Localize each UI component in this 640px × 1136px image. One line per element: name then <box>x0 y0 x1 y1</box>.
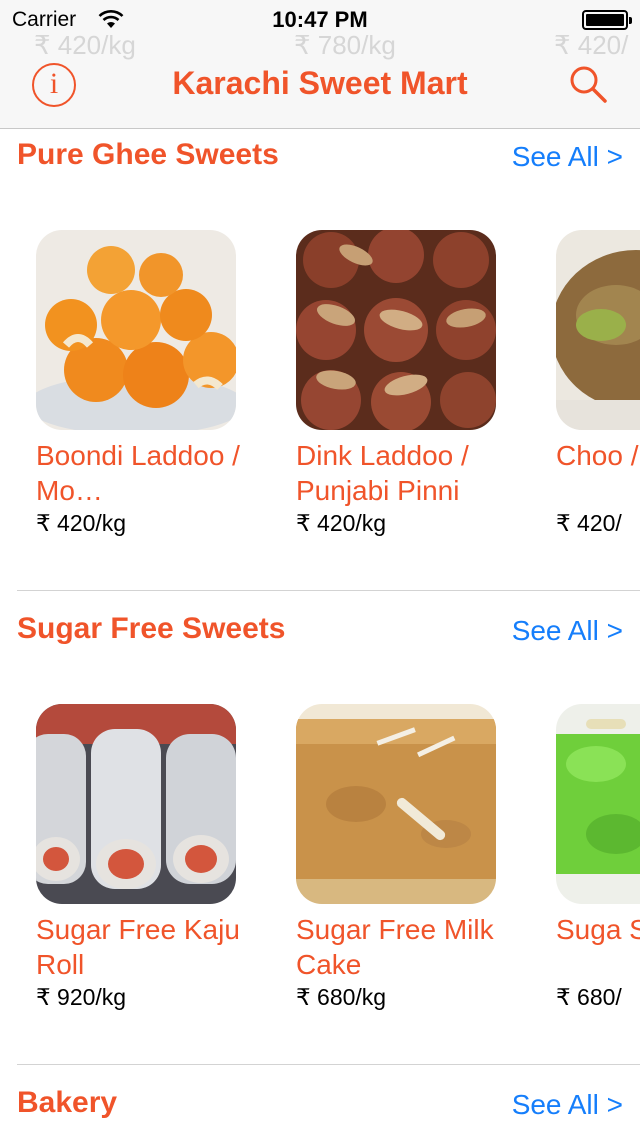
section-divider <box>17 1064 640 1065</box>
product-card[interactable]: Choo / Atta ₹ 420/ <box>556 230 640 537</box>
battery-icon <box>582 10 632 30</box>
kaju-roll-image <box>36 704 236 904</box>
product-card[interactable]: Dink Laddoo / Punjabi Pinni ₹ 420/kg <box>296 230 496 537</box>
product-price: ₹ 920/kg <box>36 984 127 1010</box>
see-all-link[interactable]: See All > <box>512 141 623 173</box>
product-card[interactable]: Boondi Laddoo / Mo… ₹ 420/kg <box>36 230 240 537</box>
product-price: ₹ 420/ <box>556 510 622 536</box>
status-bar: Carrier 10:47 PM <box>0 0 640 40</box>
nav-bar: i Karachi Sweet Mart <box>0 40 640 128</box>
dink-laddoo-image <box>296 230 496 430</box>
product-name: Sugar Free Milk Cake <box>296 914 494 980</box>
search-icon[interactable] <box>566 62 612 108</box>
green-barfi-image <box>556 704 640 904</box>
product-price: ₹ 680/ <box>556 984 622 1010</box>
product-card[interactable]: Sugar Free Kaju Roll ₹ 920/kg <box>36 704 240 1011</box>
product-card[interactable]: Suga Spec ₹ 680/ <box>556 704 640 1011</box>
product-name: Boondi Laddoo / Mo… <box>36 440 240 506</box>
section-divider <box>17 590 640 591</box>
section-bakery: Bakery See All > <box>0 1077 640 1136</box>
product-card[interactable]: Sugar Free Milk Cake ₹ 680/kg <box>296 704 496 1011</box>
see-all-link[interactable]: See All > <box>512 615 623 647</box>
product-name: Sugar Free Kaju Roll <box>36 914 240 980</box>
milk-cake-image <box>296 704 496 904</box>
section-pure-ghee-sweets: Pure Ghee Sweets See All > Boondi Laddoo… <box>0 129 640 591</box>
see-all-link[interactable]: See All > <box>512 1089 623 1121</box>
choorma-laddoo-image <box>556 230 640 430</box>
product-name: Choo / Atta <box>556 440 640 471</box>
boondi-laddoo-image <box>36 230 236 430</box>
section-sugar-free-sweets: Sugar Free Sweets See All > Sugar Free K… <box>0 603 640 1065</box>
product-price: ₹ 420/kg <box>36 510 127 536</box>
product-price: ₹ 680/kg <box>296 984 387 1010</box>
product-price: ₹ 420/kg <box>296 510 387 536</box>
section-title: Sugar Free Sweets <box>17 612 286 645</box>
status-time: 10:47 PM <box>272 7 368 32</box>
navigation-bar: ₹ 420/kg ₹ 780/kg ₹ 420/ Carrier 10:47 P… <box>0 0 640 129</box>
product-name: Suga Spec <box>556 914 640 945</box>
product-name: Dink Laddoo / Punjabi Pinni <box>296 440 469 506</box>
section-title: Pure Ghee Sweets <box>17 138 279 171</box>
page-title: Karachi Sweet Mart <box>172 65 468 101</box>
section-title: Bakery <box>17 1086 118 1119</box>
